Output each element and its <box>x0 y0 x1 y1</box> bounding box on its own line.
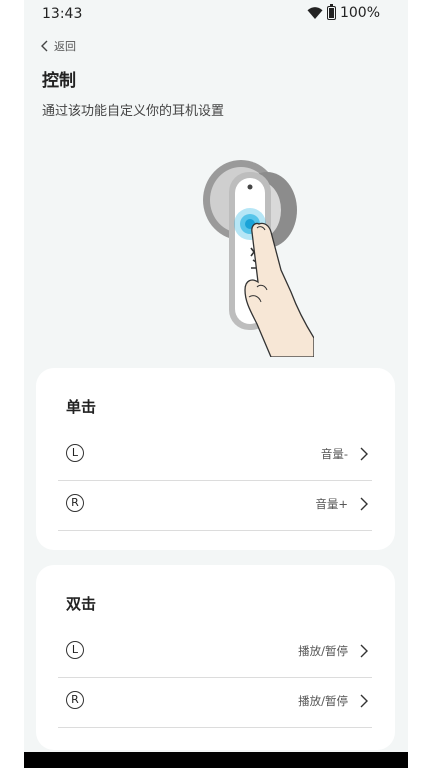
double-tap-right-value: 播放/暂停 <box>298 694 348 708</box>
status-time: 13:43 <box>42 6 83 22</box>
double-tap-title: 双击 <box>66 595 97 613</box>
single-tap-right-row[interactable]: R 音量+ <box>58 480 372 531</box>
right-earbud-icon: R <box>66 691 84 709</box>
double-tap-left-value: 播放/暂停 <box>298 644 348 658</box>
chevron-left-icon <box>41 40 48 52</box>
page-subtitle: 通过该功能自定义你的耳机设置 <box>42 104 225 119</box>
single-tap-card: 单击 L 音量- R 音量+ <box>36 368 395 550</box>
page-title: 控制 <box>42 71 76 91</box>
status-bar: 13:43 100% <box>24 0 408 28</box>
chevron-right-icon <box>360 694 368 708</box>
right-earbud-icon: R <box>66 494 84 512</box>
double-tap-left-row[interactable]: L 播放/暂停 <box>58 627 372 678</box>
back-label: 返回 <box>54 40 76 53</box>
left-earbud-icon: L <box>66 444 84 462</box>
single-tap-title: 单击 <box>66 398 97 416</box>
chevron-right-icon <box>360 497 368 511</box>
system-nav-bar <box>24 752 408 768</box>
wifi-icon <box>307 7 323 19</box>
battery-level: 100% <box>339 5 380 21</box>
chevron-right-icon <box>360 644 368 658</box>
double-tap-card: 双击 L 播放/暂停 R 播放/暂停 <box>36 565 395 750</box>
chevron-right-icon <box>360 447 368 461</box>
app-screen: 13:43 100% 返回 控制 通过该功能自定义你的耳机设置 单击 L 音量-… <box>24 0 408 768</box>
status-indicators: 100% <box>307 4 380 21</box>
double-tap-right-row[interactable]: R 播放/暂停 <box>58 677 372 728</box>
battery-icon <box>326 4 336 20</box>
single-tap-left-row[interactable]: L 音量- <box>58 430 372 481</box>
left-earbud-icon: L <box>66 641 84 659</box>
earbud-touch-illustration <box>203 160 314 357</box>
single-tap-left-value: 音量- <box>320 447 348 461</box>
single-tap-right-value: 音量+ <box>315 497 348 511</box>
back-button[interactable]: 返回 <box>40 38 76 54</box>
